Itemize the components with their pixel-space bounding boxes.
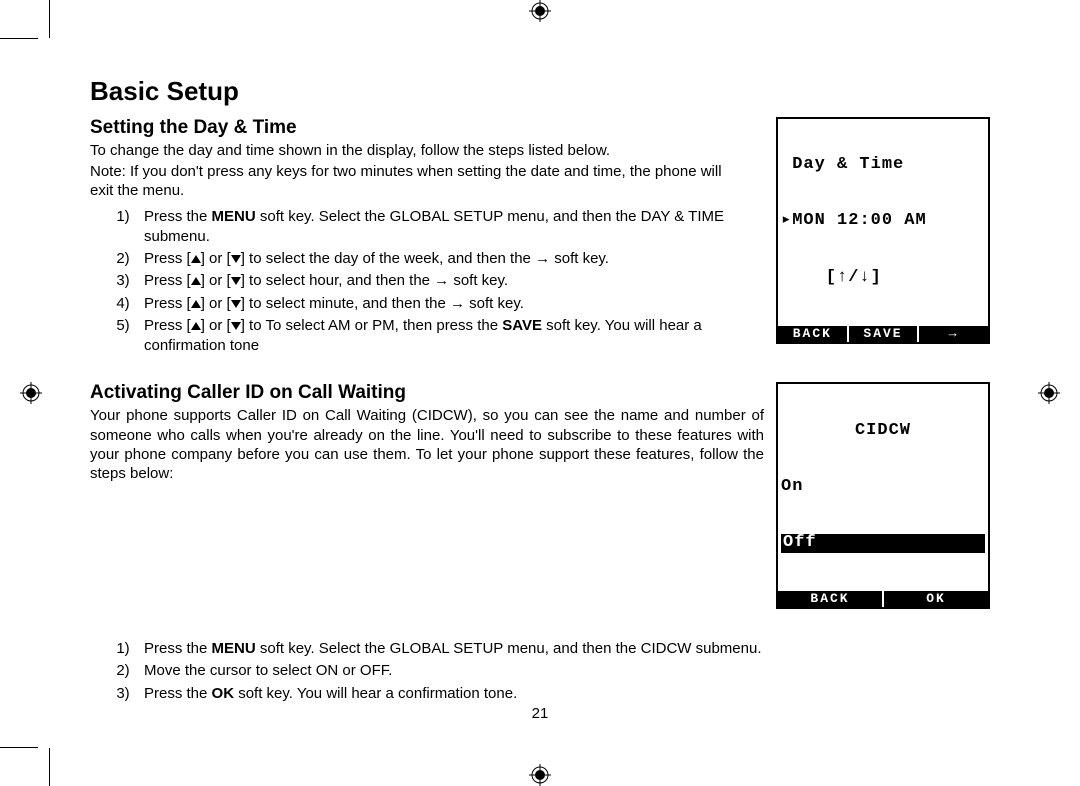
note-day-time: Note: If you don't press any keys for tw… <box>90 162 730 200</box>
up-arrow-icon <box>191 322 201 330</box>
step-3: Press the OK soft key. You will hear a c… <box>138 684 990 704</box>
softkey-save: SAVE <box>849 326 920 342</box>
lcd-line3: [↑/↓] <box>781 269 985 288</box>
registration-mark-top <box>529 0 551 22</box>
section-cidcw: CIDCW On Off BACK OK Activating Caller I… <box>90 382 990 704</box>
softkey-back: BACK <box>778 591 884 607</box>
down-arrow-icon <box>231 300 241 308</box>
registration-mark-bottom <box>529 764 551 786</box>
softkey-right: → <box>919 326 988 342</box>
lcd-cidcw: CIDCW On Off BACK OK <box>776 382 990 609</box>
step-1: Press the MENU soft key. Select the GLOB… <box>138 639 990 659</box>
down-arrow-icon <box>231 255 241 263</box>
softkey-ok: OK <box>884 591 988 607</box>
page-number: 21 <box>90 705 990 722</box>
softkey-back: BACK <box>778 326 849 342</box>
lcd-day-time: Day & Time ▸MON 12:00 AM [↑/↓] BACK SAVE… <box>776 117 990 344</box>
manual-page: Basic Setup Day & Time ▸MON 12:00 AM [↑/… <box>90 76 990 726</box>
lcd-cidcw-on: On <box>781 478 985 497</box>
down-arrow-icon <box>231 277 241 285</box>
lcd-cidcw-off: Off <box>781 534 985 553</box>
lcd-line2: ▸MON 12:00 AM <box>781 212 985 231</box>
steps-cidcw: Press the MENU soft key. Select the GLOB… <box>138 639 990 704</box>
intro-day-time: To change the day and time shown in the … <box>90 141 730 160</box>
registration-mark-right <box>1038 382 1060 404</box>
up-arrow-icon <box>191 277 201 285</box>
page-title: Basic Setup <box>90 76 990 107</box>
down-arrow-icon <box>231 322 241 330</box>
up-arrow-icon <box>191 300 201 308</box>
up-arrow-icon <box>191 255 201 263</box>
registration-mark-left <box>20 382 42 404</box>
section-day-time: Day & Time ▸MON 12:00 AM [↑/↓] BACK SAVE… <box>90 117 990 356</box>
step-2: Move the cursor to select ON or OFF. <box>138 661 990 681</box>
lcd-line1: Day & Time <box>781 156 985 175</box>
lcd-cidcw-title: CIDCW <box>781 422 985 441</box>
intro-cidcw: Your phone supports Caller ID on Call Wa… <box>90 406 770 483</box>
